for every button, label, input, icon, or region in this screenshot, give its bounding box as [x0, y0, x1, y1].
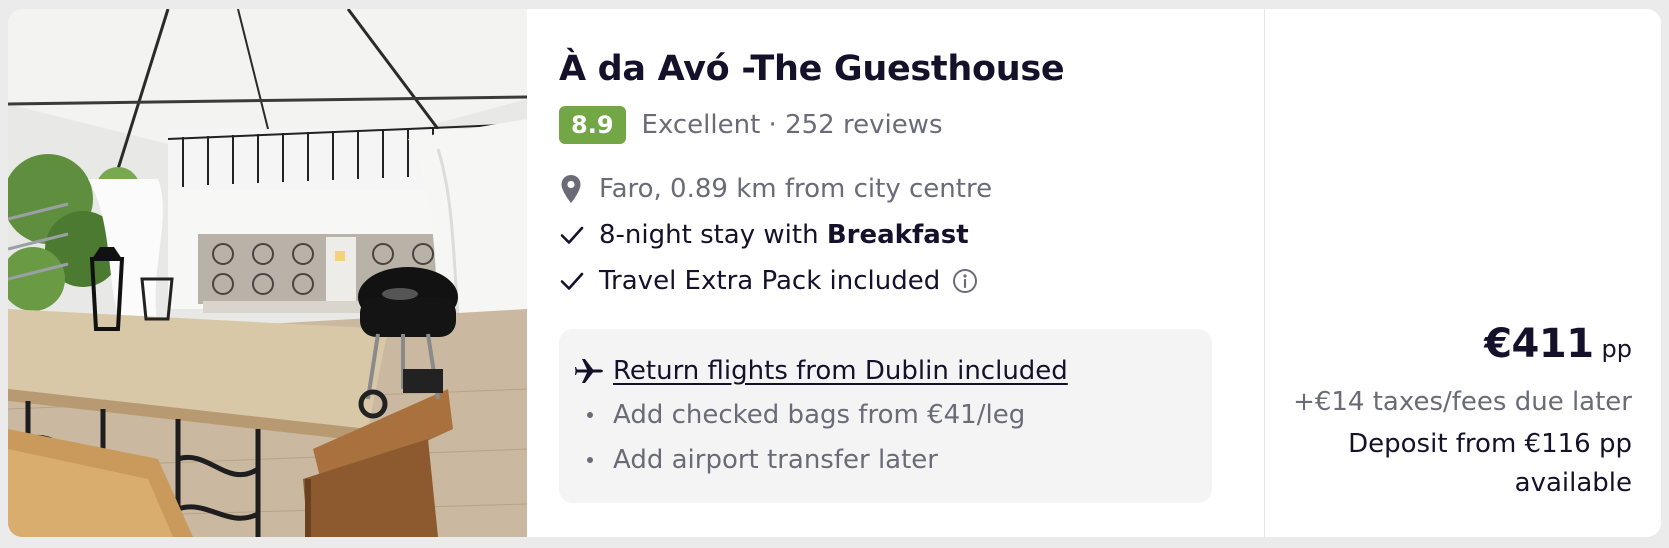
rating-text[interactable]: Excellent · 252 reviews: [642, 110, 943, 140]
flight-box: Return flights from Dublin included Add …: [559, 329, 1212, 503]
hotel-card[interactable]: À da Avó -The Guesthouse 8.9 Excellent ·…: [8, 9, 1661, 537]
hotel-photo[interactable]: [8, 9, 527, 537]
location-pin-icon: [561, 175, 581, 203]
flight-line: Return flights from Dublin included: [575, 351, 1068, 391]
bullet-dot: [587, 457, 593, 463]
plane-icon: [575, 359, 603, 383]
bullet-dot: [587, 412, 593, 418]
price-unit: pp: [1601, 335, 1632, 363]
deposit-text: Deposit from €116 pp available: [1348, 429, 1632, 498]
location-row: Faro, 0.89 km from city centre: [559, 169, 992, 209]
bags-item: Add checked bags from €41/leg: [587, 395, 1025, 435]
check-icon: [560, 226, 584, 244]
score-badge: 8.9: [559, 106, 626, 144]
extra-pack-text: Travel Extra Pack included: [599, 266, 941, 296]
stay-text: 8-night stay with Breakfast: [599, 220, 969, 250]
transfer-item: Add airport transfer later: [587, 440, 938, 480]
stay-prefix: 8-night stay with: [599, 220, 827, 250]
price-column[interactable]: €411 pp +€14 taxes/fees due later Deposi…: [1264, 9, 1661, 537]
check-icon: [560, 272, 584, 290]
taxes-text: +€14 taxes/fees due later: [1293, 387, 1632, 417]
transfer-text: Add airport transfer later: [613, 445, 938, 475]
feature-extra-pack: Travel Extra Pack included: [559, 261, 978, 301]
hotel-name[interactable]: À da Avó -The Guesthouse: [559, 49, 1065, 89]
info-icon[interactable]: [952, 268, 978, 294]
location-text: Faro, 0.89 km from city centre: [599, 174, 993, 204]
flights-link[interactable]: Return flights from Dublin included: [613, 356, 1068, 386]
bags-text: Add checked bags from €41/leg: [613, 400, 1026, 430]
feature-stay: 8-night stay with Breakfast: [559, 215, 969, 255]
rating-row: 8.9 Excellent · 252 reviews: [559, 105, 943, 145]
price: €411 pp: [1484, 321, 1632, 367]
board-type: Breakfast: [826, 220, 969, 250]
hotel-info: À da Avó -The Guesthouse 8.9 Excellent ·…: [559, 9, 1239, 537]
price-amount: €411: [1484, 321, 1594, 367]
